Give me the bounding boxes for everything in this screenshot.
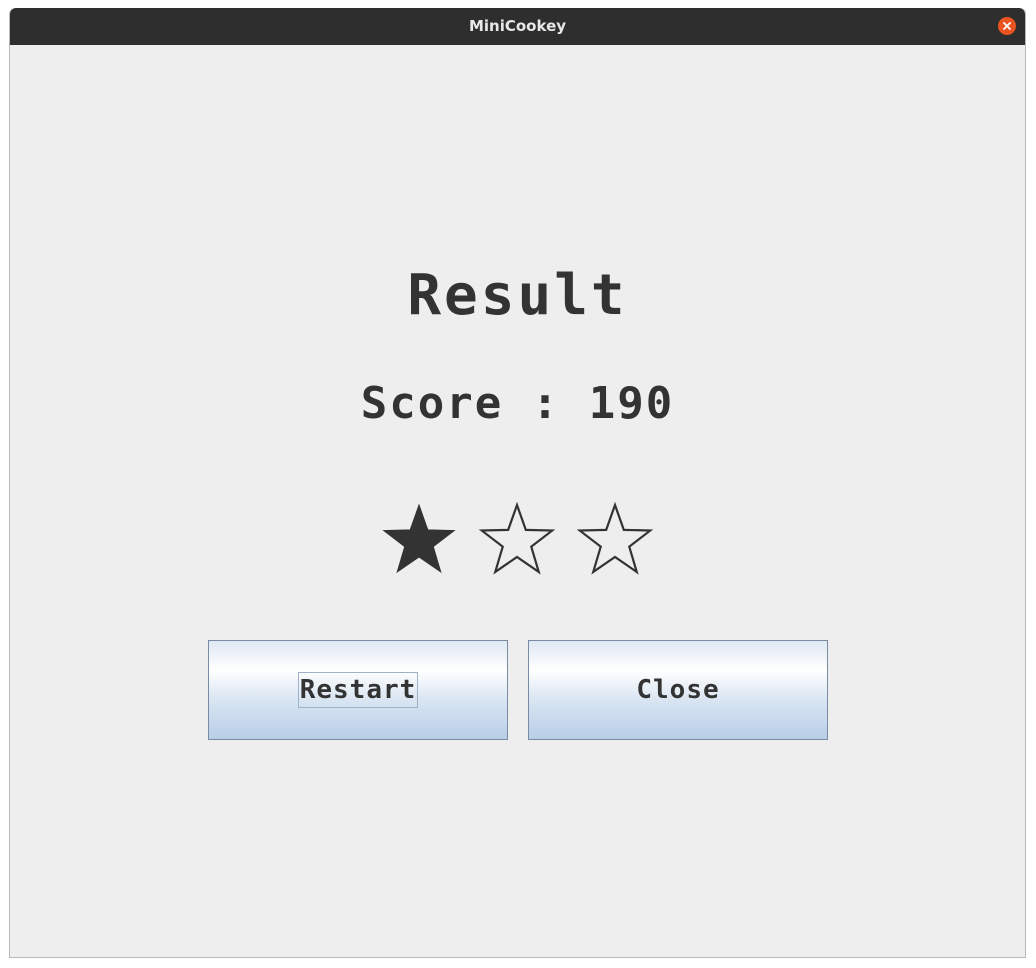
window-close-button[interactable] [998,17,1016,35]
star-empty-icon [576,501,653,575]
result-heading: Result [407,263,628,328]
restart-button-label: Restart [297,672,419,708]
close-button[interactable]: Close [528,640,828,740]
title-bar[interactable]: MiniCookey [10,8,1025,45]
close-icon [1003,22,1011,30]
result-panel: Result Score : 190 Restart Close [10,45,1025,957]
window-title: MiniCookey [468,17,567,35]
star-empty-icon [478,501,555,575]
star-filled-icon [381,503,456,574]
close-button-label: Close [636,675,720,705]
star-rating [10,500,1025,580]
restart-button[interactable]: Restart [208,640,508,740]
score-label: Score : 190 [360,378,675,429]
app-window: MiniCookey Result Score : 190 Restart Cl… [9,8,1026,958]
